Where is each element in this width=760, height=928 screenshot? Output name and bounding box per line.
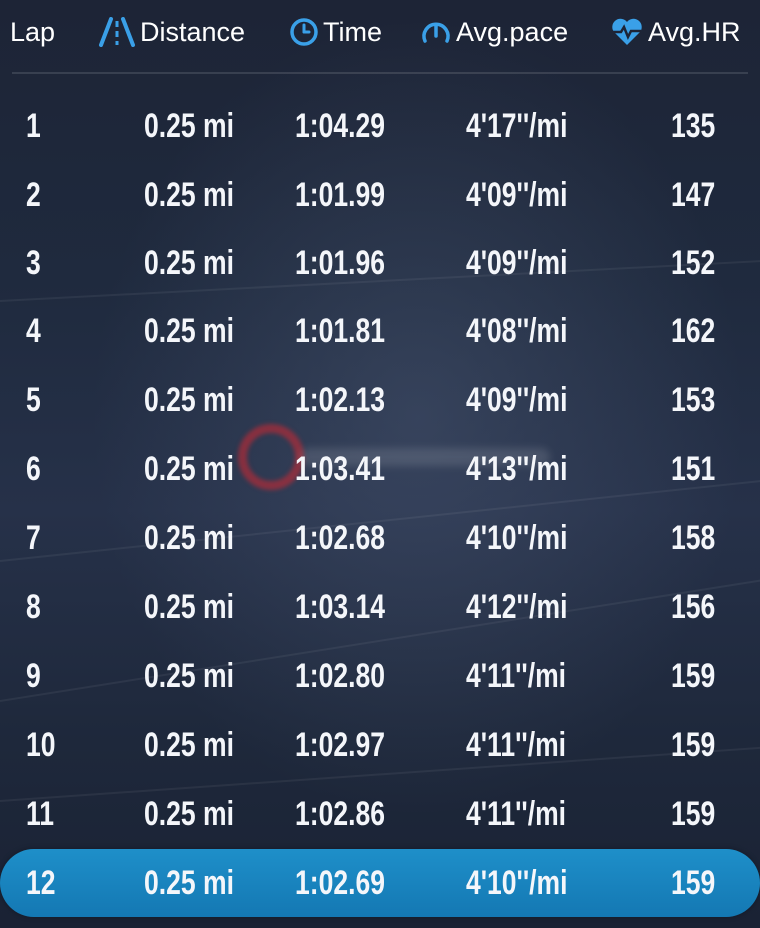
lap-avg-pace: 4'17''/mi bbox=[466, 107, 568, 145]
lap-number: 2 bbox=[26, 176, 41, 214]
lap-avg-hr: 159 bbox=[671, 795, 716, 833]
header-lap[interactable]: Lap bbox=[10, 14, 55, 50]
lap-row[interactable]: 3 0.25 mi 1:01.96 4'09''/mi 152 bbox=[0, 229, 760, 297]
lap-avg-hr: 153 bbox=[671, 381, 716, 419]
lap-distance: 0.25 mi bbox=[144, 107, 234, 145]
header-hr-label: Avg.HR bbox=[648, 16, 741, 47]
lap-avg-pace: 4'09''/mi bbox=[466, 176, 568, 214]
header-hr[interactable]: Avg.HR bbox=[610, 14, 741, 50]
table-header: Lap Distance Time Avg.pace Avg.HR bbox=[0, 0, 760, 70]
header-distance[interactable]: Distance bbox=[98, 14, 245, 50]
lap-row[interactable]: 6 0.25 mi 1:03.41 4'13''/mi 151 bbox=[0, 435, 760, 503]
lap-time: 1:01.99 bbox=[295, 176, 385, 214]
lap-row[interactable]: 11 0.25 mi 1:02.86 4'11''/mi 159 bbox=[0, 780, 760, 848]
lap-number: 6 bbox=[26, 450, 41, 488]
header-time[interactable]: Time bbox=[289, 14, 382, 50]
lap-row[interactable]: 9 0.25 mi 1:02.80 4'11''/mi 159 bbox=[0, 642, 760, 710]
heart-rate-icon bbox=[610, 17, 644, 47]
lap-time: 1:02.80 bbox=[295, 657, 385, 695]
lap-row[interactable]: 2 0.25 mi 1:01.99 4'09''/mi 147 bbox=[0, 161, 760, 229]
lap-avg-pace: 4'13''/mi bbox=[466, 450, 568, 488]
road-icon bbox=[98, 17, 136, 47]
speedometer-icon bbox=[420, 17, 452, 47]
clock-icon bbox=[289, 17, 319, 47]
lap-distance: 0.25 mi bbox=[144, 726, 234, 764]
lap-time: 1:04.29 bbox=[295, 107, 385, 145]
header-distance-label: Distance bbox=[140, 16, 246, 47]
lap-distance: 0.25 mi bbox=[144, 864, 234, 902]
lap-avg-pace: 4'11''/mi bbox=[466, 795, 567, 833]
header-time-label: Time bbox=[323, 16, 382, 47]
lap-avg-pace: 4'11''/mi bbox=[466, 657, 567, 695]
lap-time: 1:02.97 bbox=[295, 726, 385, 764]
lap-distance: 0.25 mi bbox=[144, 176, 234, 214]
lap-number: 11 bbox=[26, 795, 55, 833]
lap-distance: 0.25 mi bbox=[144, 795, 234, 833]
header-pace[interactable]: Avg.pace bbox=[420, 14, 568, 50]
lap-time: 1:02.68 bbox=[295, 519, 385, 557]
lap-distance: 0.25 mi bbox=[144, 519, 234, 557]
lap-avg-hr: 156 bbox=[671, 588, 716, 626]
lap-avg-hr: 159 bbox=[671, 726, 716, 764]
lap-distance: 0.25 mi bbox=[144, 381, 234, 419]
lap-row[interactable]: 7 0.25 mi 1:02.68 4'10''/mi 158 bbox=[0, 504, 760, 572]
lap-avg-pace: 4'08''/mi bbox=[466, 312, 568, 350]
lap-distance: 0.25 mi bbox=[144, 312, 234, 350]
lap-avg-pace: 4'10''/mi bbox=[466, 864, 568, 902]
lap-time: 1:02.13 bbox=[295, 381, 385, 419]
lap-avg-hr: 152 bbox=[671, 244, 716, 282]
lap-time: 1:01.96 bbox=[295, 244, 385, 282]
lap-avg-pace: 4'09''/mi bbox=[466, 244, 568, 282]
lap-row[interactable]: 5 0.25 mi 1:02.13 4'09''/mi 153 bbox=[0, 366, 760, 434]
lap-row[interactable]: 4 0.25 mi 1:01.81 4'08''/mi 162 bbox=[0, 297, 760, 365]
lap-row[interactable]: 12 0.25 mi 1:02.69 4'10''/mi 159 bbox=[0, 849, 760, 917]
lap-avg-hr: 151 bbox=[671, 450, 716, 488]
lap-avg-hr: 158 bbox=[671, 519, 716, 557]
lap-avg-pace: 4'09''/mi bbox=[466, 381, 568, 419]
lap-avg-hr: 159 bbox=[671, 864, 716, 902]
lap-number: 4 bbox=[26, 312, 41, 350]
lap-number: 9 bbox=[26, 657, 41, 695]
header-lap-label: Lap bbox=[10, 16, 56, 47]
lap-distance: 0.25 mi bbox=[144, 588, 234, 626]
lap-row[interactable]: 10 0.25 mi 1:02.97 4'11''/mi 159 bbox=[0, 711, 760, 779]
lap-number: 7 bbox=[26, 519, 41, 557]
lap-avg-hr: 135 bbox=[671, 107, 716, 145]
lap-row[interactable]: 1 0.25 mi 1:04.29 4'17''/mi 135 bbox=[0, 92, 760, 160]
lap-number: 1 bbox=[26, 107, 41, 145]
lap-time: 1:02.69 bbox=[295, 864, 385, 902]
lap-distance: 0.25 mi bbox=[144, 450, 234, 488]
lap-number: 8 bbox=[26, 588, 41, 626]
lap-number: 3 bbox=[26, 244, 41, 282]
lap-avg-hr: 159 bbox=[671, 657, 716, 695]
lap-distance: 0.25 mi bbox=[144, 244, 234, 282]
lap-number: 5 bbox=[26, 381, 41, 419]
lap-avg-pace: 4'12''/mi bbox=[466, 588, 568, 626]
header-divider bbox=[12, 72, 748, 74]
lap-number: 12 bbox=[26, 864, 56, 902]
lap-distance: 0.25 mi bbox=[144, 657, 234, 695]
lap-avg-pace: 4'11''/mi bbox=[466, 726, 567, 764]
lap-time: 1:03.14 bbox=[295, 588, 385, 626]
lap-time: 1:02.86 bbox=[295, 795, 385, 833]
header-pace-label: Avg.pace bbox=[456, 16, 569, 47]
lap-avg-pace: 4'10''/mi bbox=[466, 519, 568, 557]
lap-avg-hr: 147 bbox=[671, 176, 716, 214]
lap-row[interactable]: 8 0.25 mi 1:03.14 4'12''/mi 156 bbox=[0, 573, 760, 641]
lap-number: 10 bbox=[26, 726, 56, 764]
lap-avg-hr: 162 bbox=[671, 312, 716, 350]
lap-time: 1:01.81 bbox=[295, 312, 385, 350]
lap-table-screen: Lap Distance Time Avg.pace Avg.HR 1 0.25… bbox=[0, 0, 760, 928]
lap-time: 1:03.41 bbox=[295, 450, 385, 488]
